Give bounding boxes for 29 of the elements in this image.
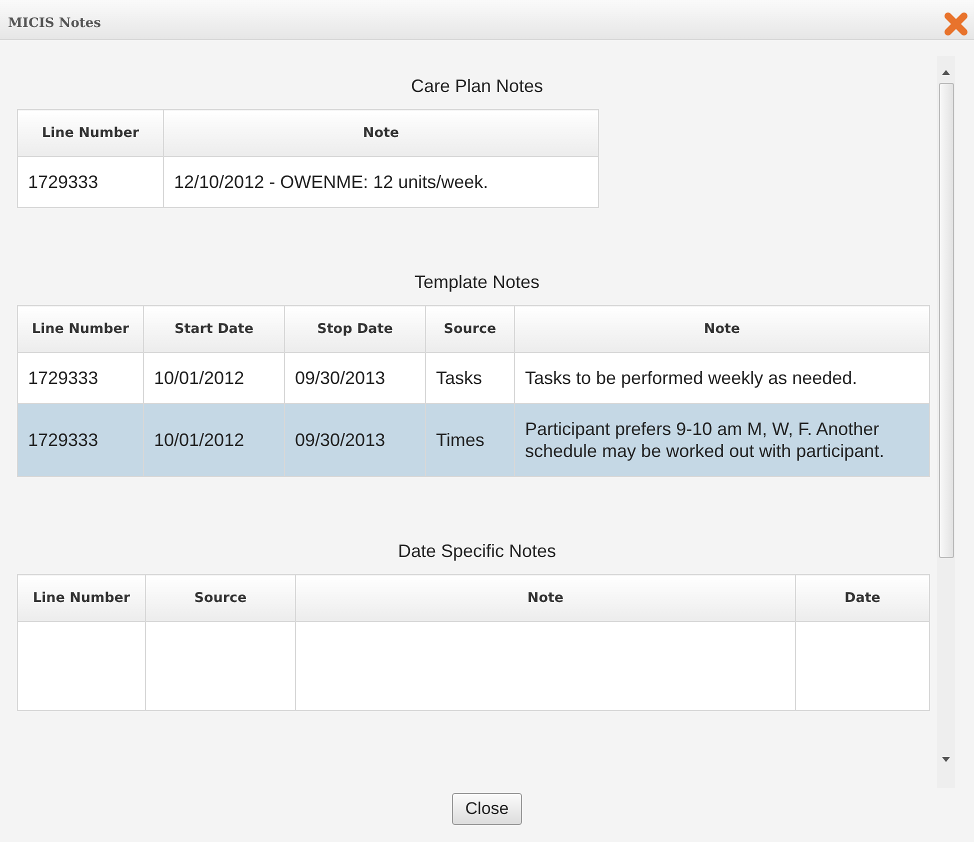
- table-cell: 09/30/2013: [284, 404, 426, 476]
- table-cell: 12/10/2012 - OWENME: 12 units/week.: [164, 156, 598, 208]
- column-header[interactable]: Line Number: [18, 574, 146, 622]
- column-header[interactable]: Source: [146, 574, 296, 622]
- column-header[interactable]: Note: [296, 574, 796, 622]
- section-title: Template Notes: [413, 271, 541, 294]
- column-header[interactable]: Start Date: [144, 306, 284, 352]
- column-header[interactable]: Note: [164, 110, 598, 156]
- scroll-down-icon[interactable]: [942, 757, 950, 762]
- table-cell: 1729333: [18, 404, 144, 476]
- table-row[interactable]: 1729333 12/10/2012 - OWENME: 12 units/week.: [18, 156, 598, 208]
- table-cell: 1729333: [18, 156, 164, 208]
- column-header[interactable]: Line Number: [18, 110, 164, 156]
- table-row[interactable]: 1729333 10/01/2012 09/30/2013 Times Participant prefers 9-10 am M, W, F. Another schedule may be worked out with participant.: [18, 404, 930, 476]
- close-button[interactable]: Close: [452, 793, 522, 825]
- close-icon[interactable]: [944, 12, 968, 36]
- column-header[interactable]: Stop Date: [284, 306, 426, 352]
- window-title: MICIS Notes: [8, 16, 101, 31]
- table-row[interactable]: 1729333 10/01/2012 09/30/2013 Tasks Tasks to be performed weekly as needed.: [18, 352, 930, 404]
- section-title: Date Specific Notes: [396, 540, 558, 563]
- column-header[interactable]: Source: [426, 306, 514, 352]
- table-cell: Times: [426, 404, 514, 476]
- scroll-up-icon[interactable]: [942, 70, 950, 75]
- column-header[interactable]: Note: [514, 306, 930, 352]
- section-title: Care Plan Notes: [410, 75, 544, 98]
- column-header[interactable]: Line Number: [18, 306, 144, 352]
- table-cell: Participant prefers 9-10 am M, W, F. Another schedule may be worked out with participant.: [514, 404, 930, 476]
- column-header[interactable]: Date: [796, 574, 930, 622]
- table-cell: 10/01/2012: [144, 404, 284, 476]
